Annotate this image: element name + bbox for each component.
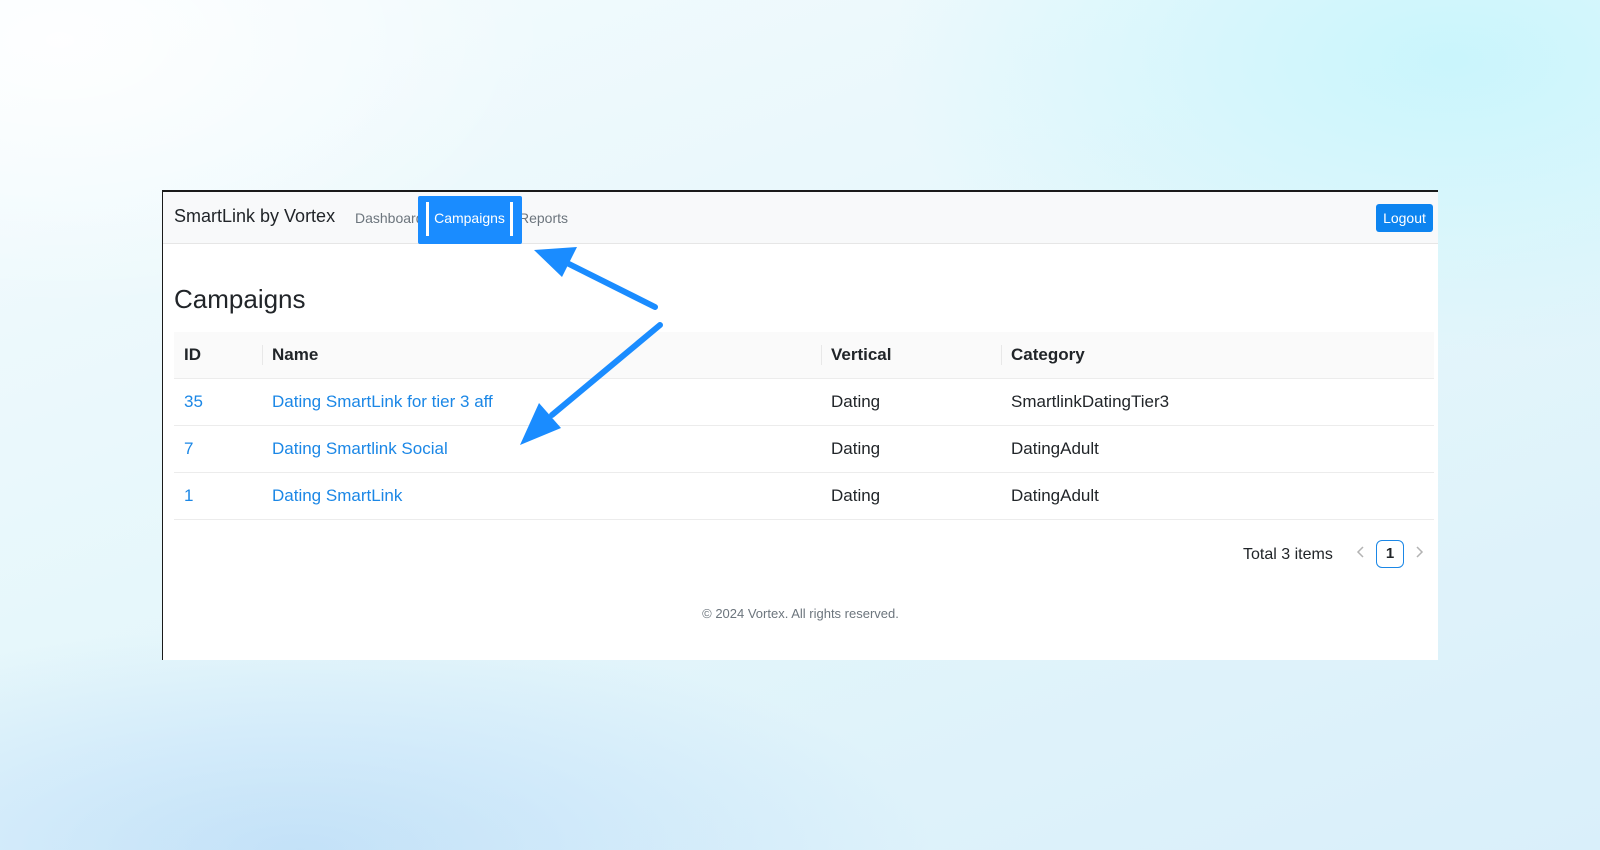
brand-logo[interactable]: SmartLink by Vortex [174, 206, 335, 227]
cell-vertical: Dating [821, 378, 1001, 426]
column-header-name-label: Name [272, 345, 319, 364]
pagination: Total 3 items 1 [163, 540, 1438, 570]
column-header-category-label: Category [1011, 345, 1085, 364]
column-separator [262, 345, 263, 365]
column-header-id-label: ID [184, 345, 201, 364]
cell-id: 35 [174, 378, 262, 426]
total-items-label: Total 3 items [1243, 546, 1333, 563]
table-header-row: ID Name Vertical Category [174, 332, 1434, 379]
column-header-vertical: Vertical [821, 332, 1001, 379]
nav-link-campaigns-highlight: Campaigns [418, 196, 522, 244]
footer-copyright: © 2024 Vortex. All rights reserved. [702, 606, 899, 621]
campaign-name-link[interactable]: Dating Smartlink Social [272, 439, 448, 458]
chevron-left-icon[interactable] [1355, 544, 1367, 564]
column-separator [821, 345, 822, 365]
cell-id: 1 [174, 472, 262, 520]
table-row: 35 Dating SmartLink for tier 3 aff Datin… [174, 378, 1434, 426]
column-header-category: Category [1001, 332, 1434, 379]
page-number-current[interactable]: 1 [1376, 540, 1404, 568]
logout-button[interactable]: Logout [1376, 204, 1433, 232]
campaign-name-link[interactable]: Dating SmartLink [272, 486, 402, 505]
page-title: Campaigns [174, 284, 306, 314]
cell-category: DatingAdult [1001, 425, 1434, 473]
cell-vertical: Dating [821, 425, 1001, 473]
nav-link-reports[interactable]: Reports [519, 210, 568, 226]
cell-name: Dating Smartlink Social [262, 425, 821, 473]
campaign-name-link[interactable]: Dating SmartLink for tier 3 aff [272, 392, 493, 411]
table-row: 7 Dating Smartlink Social Dating DatingA… [174, 425, 1434, 473]
campaign-id-link[interactable]: 35 [184, 392, 203, 411]
campaign-id-link[interactable]: 7 [184, 439, 193, 458]
nav-link-dashboard[interactable]: Dashboard [355, 210, 419, 226]
nav-link-campaigns[interactable]: Campaigns [426, 202, 513, 236]
app-window: SmartLink by Vortex Dashboard Reports Ca… [162, 190, 1438, 660]
navbar: SmartLink by Vortex Dashboard Reports Ca… [163, 192, 1438, 244]
chevron-right-icon[interactable] [1413, 544, 1425, 564]
column-separator [1001, 345, 1002, 365]
cell-category: SmartlinkDatingTier3 [1001, 378, 1434, 426]
cell-vertical: Dating [821, 472, 1001, 520]
column-header-id: ID [174, 332, 262, 379]
nav-link-campaigns-label: Campaigns [434, 210, 505, 226]
campaign-id-link[interactable]: 1 [184, 486, 193, 505]
cell-name: Dating SmartLink for tier 3 aff [262, 378, 821, 426]
column-header-name: Name [262, 332, 821, 379]
cell-id: 7 [174, 425, 262, 473]
column-header-vertical-label: Vertical [831, 345, 892, 364]
cell-name: Dating SmartLink [262, 472, 821, 520]
table-row: 1 Dating SmartLink Dating DatingAdult [174, 472, 1434, 520]
cell-category: DatingAdult [1001, 472, 1434, 520]
campaigns-table: ID Name Vertical Category 35 Dating Smar… [174, 332, 1434, 520]
